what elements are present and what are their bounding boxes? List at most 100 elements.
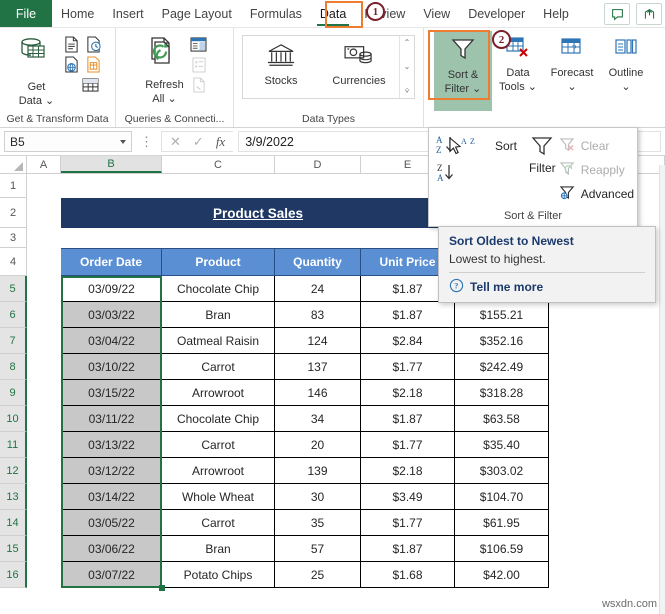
cell-product-15[interactable]: Bran [162,536,275,562]
row-header-8[interactable]: 8 [0,354,27,380]
tab-view[interactable]: View [414,0,459,27]
cell-order-date-6[interactable]: 03/03/22 [61,302,162,328]
cell-unit-price-9[interactable]: $2.18 [361,380,455,406]
cell-product-10[interactable]: Chocolate Chip [162,406,275,432]
refresh-all-button[interactable]: Refresh All ⌄ [140,31,189,106]
filter-button[interactable]: Filter [529,134,556,175]
cell-total-price-16[interactable]: $42.00 [455,562,549,588]
stocks-button[interactable]: Stocks [243,36,319,98]
cell-total-price-10[interactable]: $63.58 [455,406,549,432]
cell-tail-7[interactable] [549,328,665,354]
cell-a11[interactable] [27,432,61,458]
cell-a15[interactable] [27,536,61,562]
cell-product-6[interactable]: Bran [162,302,275,328]
table-header-order-date[interactable]: Order Date [61,248,162,276]
tab-page-layout[interactable]: Page Layout [153,0,241,27]
cell-quantity-6[interactable]: 83 [275,302,361,328]
tab-data[interactable]: Data [311,0,355,27]
cell-product-7[interactable]: Oatmeal Raisin [162,328,275,354]
cell-total-price-12[interactable]: $303.02 [455,458,549,484]
tab-help[interactable]: Help [534,0,578,27]
cell-tail-13[interactable] [549,484,665,510]
cell-quantity-12[interactable]: 139 [275,458,361,484]
cell-product-5[interactable]: Chocolate Chip [162,276,275,302]
row-header-6[interactable]: 6 [0,302,27,328]
cell-tail-9[interactable] [549,380,665,406]
cell-quantity-8[interactable]: 137 [275,354,361,380]
cell-order-date-5[interactable]: 03/09/22 [61,276,162,302]
tab-insert[interactable]: Insert [103,0,152,27]
cell-a16[interactable] [27,562,61,588]
cell-tail-15[interactable] [549,536,665,562]
row-header-14[interactable]: 14 [0,510,27,536]
data-types-scrollbar[interactable]: ⌃ ⌄ ⩒ [399,36,414,98]
tab-home[interactable]: Home [52,0,103,27]
select-all-corner[interactable] [0,156,27,173]
title-banner-cell[interactable]: Product Sales [61,198,455,228]
cell-order-date-13[interactable]: 03/14/22 [61,484,162,510]
cell-quantity-5[interactable]: 24 [275,276,361,302]
tell-me-more-link[interactable]: ? Tell me more [449,278,645,296]
tab-formulas[interactable]: Formulas [241,0,311,27]
cell-order-date-14[interactable]: 03/05/22 [61,510,162,536]
table-header-product[interactable]: Product [162,248,275,276]
row-header-7[interactable]: 7 [0,328,27,354]
cell-a14[interactable] [27,510,61,536]
cell-tail-10[interactable] [549,406,665,432]
row-header-12[interactable]: 12 [0,458,27,484]
cancel-x-icon[interactable]: ✕ [170,134,181,150]
cell-a6[interactable] [27,302,61,328]
cell-quantity-13[interactable]: 30 [275,484,361,510]
cell-total-price-8[interactable]: $242.49 [455,354,549,380]
get-data-button[interactable]: Get Data ⌄ [12,31,62,108]
row-header-11[interactable]: 11 [0,432,27,458]
currencies-button[interactable]: Currencies [319,36,399,98]
cell-unit-price-15[interactable]: $1.87 [361,536,455,562]
from-recent-sources-icon[interactable] [84,35,104,54]
cell-order-date-7[interactable]: 03/04/22 [61,328,162,354]
row-header-13[interactable]: 13 [0,484,27,510]
share-icon[interactable] [636,3,662,25]
cell-order-date-11[interactable]: 03/13/22 [61,432,162,458]
cell-total-price-11[interactable]: $35.40 [455,432,549,458]
cell-total-price-15[interactable]: $106.59 [455,536,549,562]
column-header-a[interactable]: A [27,156,61,173]
cell-a4[interactable] [27,248,61,276]
cell-unit-price-11[interactable]: $1.77 [361,432,455,458]
selection-fill-handle[interactable] [159,585,165,591]
cell-tail-14[interactable] [549,510,665,536]
cell-product-12[interactable]: Arrowroot [162,458,275,484]
cell-quantity-11[interactable]: 20 [275,432,361,458]
cell-product-9[interactable]: Arrowroot [162,380,275,406]
cell-a9[interactable] [27,380,61,406]
cell-tail-12[interactable] [549,458,665,484]
row-header-2[interactable]: 2 [0,198,27,228]
scroll-down-icon[interactable]: ⌄ [404,62,411,71]
cell-a1[interactable] [27,174,61,198]
cell-tail-11[interactable] [549,432,665,458]
cell-total-price-6[interactable]: $155.21 [455,302,549,328]
cell-quantity-10[interactable]: 34 [275,406,361,432]
cell-total-price-13[interactable]: $104.70 [455,484,549,510]
cell-quantity-16[interactable]: 25 [275,562,361,588]
cell-quantity-7[interactable]: 124 [275,328,361,354]
cell-product-14[interactable]: Carrot [162,510,275,536]
row-header-15[interactable]: 15 [0,536,27,562]
cell-quantity-15[interactable]: 57 [275,536,361,562]
cell-a8[interactable] [27,354,61,380]
queries-connections-icon[interactable] [189,35,209,54]
cell-tail-8[interactable] [549,354,665,380]
cell-tail-16[interactable] [549,562,665,588]
cell-a7[interactable] [27,328,61,354]
cell-product-13[interactable]: Whole Wheat [162,484,275,510]
row-header-4[interactable]: 4 [0,248,27,276]
enter-check-icon[interactable]: ✓ [193,134,204,150]
cell-unit-price-16[interactable]: $1.68 [361,562,455,588]
scroll-up-icon[interactable]: ⌃ [404,38,411,47]
tab-developer[interactable]: Developer [459,0,534,27]
cell-a5[interactable] [27,276,61,302]
cell-product-16[interactable]: Potato Chips [162,562,275,588]
column-header-d[interactable]: D [275,156,361,173]
cell-unit-price-12[interactable]: $2.18 [361,458,455,484]
forecast-button[interactable]: ? Forecast ⌄ [544,31,600,111]
